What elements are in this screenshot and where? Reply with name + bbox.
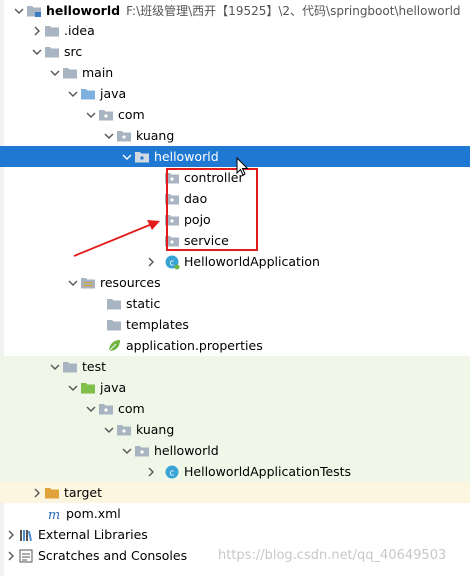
tree-label: src [64, 44, 83, 59]
folder-icon [62, 65, 78, 81]
tree-label: resources [100, 275, 161, 290]
chevron-down-icon[interactable] [12, 0, 26, 21]
tree-label: kuang [136, 128, 175, 143]
resources-folder-icon [80, 275, 96, 291]
watermark: https://blog.csdn.net/qq_40649503 [218, 548, 447, 563]
folder-icon [62, 359, 78, 375]
chevron-down-icon[interactable] [120, 440, 134, 461]
chevron-down-icon[interactable] [120, 146, 134, 167]
tree-label: com [118, 401, 145, 416]
excluded-folder-icon [44, 485, 60, 501]
folder-icon [106, 296, 122, 312]
package-icon [116, 422, 132, 438]
tree-row-external-libraries[interactable]: External Libraries [0, 524, 470, 545]
tree-row-static[interactable]: static [0, 293, 470, 314]
package-icon [134, 149, 150, 165]
tree-row-test-java[interactable]: java [0, 377, 470, 398]
chevron-down-icon[interactable] [102, 419, 116, 440]
tree-row-helloworld-application[interactable]: c HelloworldApplication [0, 251, 470, 272]
tree-row-src[interactable]: src [0, 41, 470, 62]
svg-text:m: m [48, 508, 60, 522]
spring-leaf-icon [106, 338, 122, 354]
tree-label: .idea [64, 23, 95, 38]
tree-label: HelloworldApplicationTests [184, 464, 352, 479]
folder-icon [44, 44, 60, 60]
package-icon [98, 107, 114, 123]
project-name: helloworld [46, 3, 121, 18]
tree-row-kuang[interactable]: kuang [0, 125, 470, 146]
tree-row-test-helloworld[interactable]: helloworld [0, 440, 470, 461]
chevron-right-icon[interactable] [4, 524, 18, 545]
tree-label: com [118, 107, 145, 122]
tree-label: helloworld [154, 443, 219, 458]
tree-row-main[interactable]: main [0, 62, 470, 83]
chevron-right-icon[interactable] [4, 545, 18, 566]
module-folder-icon [26, 3, 42, 19]
tree-label: HelloworldApplication [184, 254, 320, 269]
chevron-down-icon[interactable] [48, 62, 62, 83]
tree-label: target [64, 485, 103, 500]
tree-row-helloworld-selected[interactable]: helloworld [0, 146, 470, 167]
mouse-cursor-icon [236, 157, 249, 176]
tree-row-test[interactable]: test [0, 356, 470, 377]
tree-label: test [82, 359, 107, 374]
annotation-highlight-box [166, 168, 258, 251]
folder-icon [106, 317, 122, 333]
chevron-down-icon[interactable] [48, 356, 62, 377]
tree-row-pom[interactable]: m pom.xml [0, 503, 470, 524]
tree-label: templates [126, 317, 189, 332]
tree-row-application-properties[interactable]: application.properties [0, 335, 470, 356]
svg-text:c: c [170, 258, 175, 268]
library-icon [18, 527, 34, 543]
tree-row-root[interactable]: helloworld F:\班级管理\西开【19525】\2、代码\spring… [0, 0, 470, 21]
tree-label: java [100, 86, 127, 101]
tree-label: External Libraries [38, 527, 148, 542]
tree-label: application.properties [126, 338, 263, 353]
project-tree: helloworld F:\班级管理\西开【19525】\2、代码\spring… [0, 0, 470, 576]
test-source-folder-icon [80, 380, 96, 396]
chevron-down-icon[interactable] [30, 41, 44, 62]
tree-label: main [82, 65, 114, 80]
spring-class-icon: c [164, 254, 180, 270]
chevron-right-icon[interactable] [30, 20, 44, 41]
package-icon [116, 128, 132, 144]
chevron-down-icon[interactable] [84, 104, 98, 125]
tree-row-idea[interactable]: .idea [0, 20, 470, 41]
test-class-icon: c [164, 464, 180, 480]
package-icon [134, 443, 150, 459]
package-icon [98, 401, 114, 417]
tree-row-target[interactable]: target [0, 482, 470, 503]
tree-label: Scratches and Consoles [38, 548, 188, 563]
tree-label: kuang [136, 422, 175, 437]
tree-label: java [100, 380, 127, 395]
chevron-down-icon[interactable] [66, 272, 80, 293]
chevron-down-icon[interactable] [66, 377, 80, 398]
chevron-right-icon[interactable] [30, 482, 44, 503]
tree-row-test-com[interactable]: com [0, 398, 470, 419]
tree-row-com[interactable]: com [0, 104, 470, 125]
tree-label: static [126, 296, 161, 311]
tree-row-test-kuang[interactable]: kuang [0, 419, 470, 440]
project-path: F:\班级管理\西开【19525】\2、代码\springboot\hellow… [126, 4, 461, 18]
tree-row-templates[interactable]: templates [0, 314, 470, 335]
tree-row-resources[interactable]: resources [0, 272, 470, 293]
tree-row-helloworld-application-tests[interactable]: c HelloworldApplicationTests [0, 461, 470, 482]
scratches-icon [18, 548, 34, 564]
chevron-right-icon[interactable] [144, 251, 158, 272]
chevron-down-icon[interactable] [66, 83, 80, 104]
tree-row-java[interactable]: java [0, 83, 470, 104]
maven-icon: m [46, 506, 62, 522]
chevron-right-icon[interactable] [144, 461, 158, 482]
tree-label: helloworld [154, 149, 219, 164]
svg-text:c: c [170, 468, 175, 478]
chevron-down-icon[interactable] [102, 125, 116, 146]
tree-label: pom.xml [66, 506, 121, 521]
source-folder-icon [80, 86, 96, 102]
folder-icon [44, 23, 60, 39]
chevron-down-icon[interactable] [84, 398, 98, 419]
